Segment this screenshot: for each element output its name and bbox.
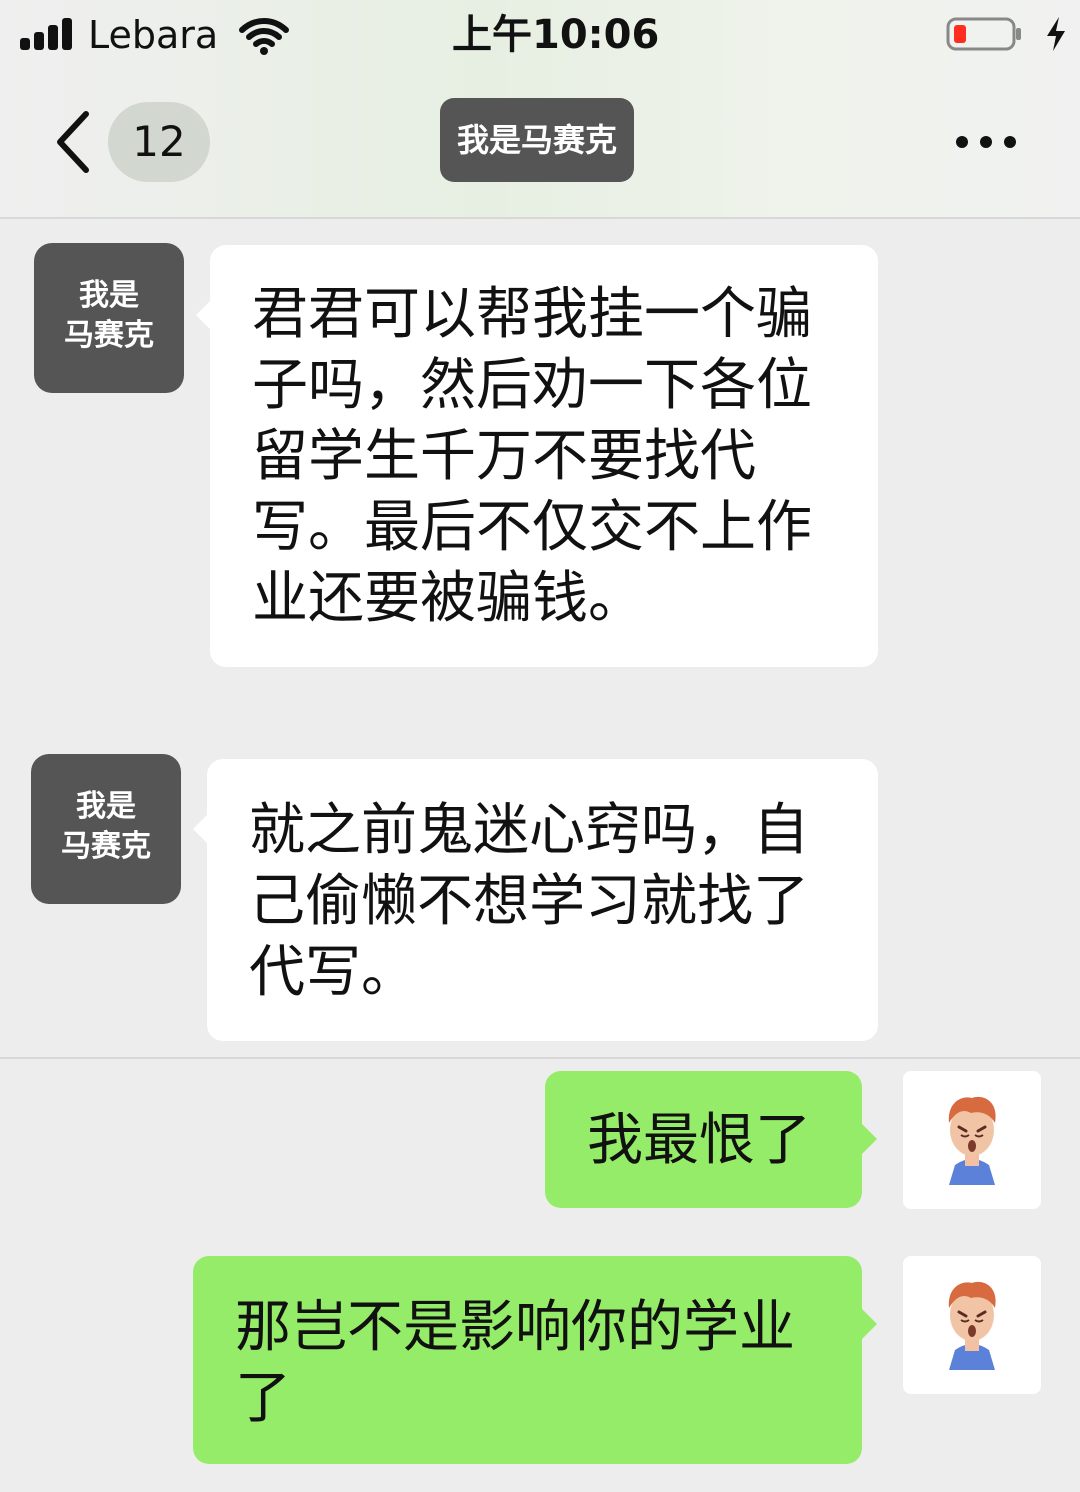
- incoming-message-bubble[interactable]: 君君可以帮我挂一个骗子吗，然后劝一下各位留学生千万不要找代写。最后不仅交不上作业…: [196, 245, 878, 667]
- avatar-label-line2: 马赛克: [64, 318, 154, 353]
- avatar-label-line1: 我是: [79, 278, 139, 313]
- avatar-label-line2: 马赛克: [61, 829, 151, 864]
- status-time: 上午10:06: [452, 12, 660, 58]
- top-area: Lebara 上午10:06 12 我是马赛克: [0, 0, 1080, 219]
- my-avatar[interactable]: [903, 1256, 1041, 1394]
- battery-low-icon: [946, 17, 1021, 51]
- incoming-avatar-mosaic[interactable]: 我是 马赛克: [34, 243, 184, 393]
- incoming-message-bubble[interactable]: 就之前鬼迷心窍吗，自己偷懒不想学习就找了代写。: [193, 759, 878, 1041]
- unread-count-badge[interactable]: 12: [108, 102, 210, 182]
- incoming-avatar-mosaic[interactable]: 我是 马赛克: [31, 754, 181, 904]
- chat-nav-bar: 12 我是马赛克: [0, 76, 1080, 216]
- charging-bolt-icon: [1047, 17, 1065, 51]
- wifi-icon: [239, 18, 289, 55]
- outgoing-message-bubble[interactable]: 那岂不是影响你的学业了: [193, 1256, 877, 1464]
- signal-icon: [20, 18, 78, 50]
- chat-title-mosaic: 我是马赛克: [440, 98, 634, 182]
- status-bar: Lebara 上午10:06: [0, 0, 1080, 70]
- wechat-chat-screen: Lebara 上午10:06 12 我是马赛克 我是 马赛克 君君可以帮我挂一个…: [0, 0, 1080, 1492]
- back-chevron-icon[interactable]: [52, 110, 92, 174]
- outgoing-message-bubble[interactable]: 我最恨了: [545, 1071, 877, 1208]
- message-section-divider: [0, 1057, 1080, 1059]
- cartoon-face-avatar-icon: [948, 1096, 996, 1185]
- carrier-name: Lebara: [88, 13, 219, 57]
- cartoon-face-avatar-icon: [948, 1281, 996, 1370]
- chat-message-list[interactable]: 我是 马赛克 君君可以帮我挂一个骗子吗，然后劝一下各位留学生千万不要找代写。最后…: [0, 219, 1080, 1492]
- my-avatar[interactable]: [903, 1071, 1041, 1209]
- more-dots-icon[interactable]: [952, 130, 1020, 154]
- avatar-label-line1: 我是: [76, 789, 136, 824]
